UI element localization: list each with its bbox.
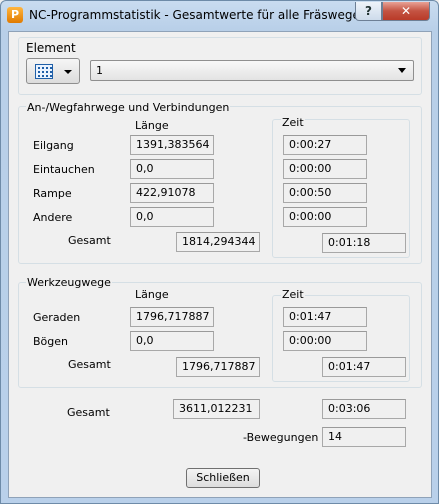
close-button[interactable]: Schließen xyxy=(186,468,260,488)
approach-length-header: Länge xyxy=(135,119,169,132)
grand-total-length-field: 3611,012231 xyxy=(173,399,260,419)
approach-total-label: Gesamt xyxy=(68,234,111,247)
toolpaths-total-length-field: 1796,717887 xyxy=(176,357,260,377)
app-icon: P xyxy=(7,7,23,23)
rampe-time-field: 0:00:50 xyxy=(283,183,367,203)
dialog-window: P NC-Programmstatistik - Gesamtwerte für… xyxy=(0,0,439,504)
chevron-down-icon[interactable] xyxy=(398,68,406,73)
boegen-time-field: 0:00:00 xyxy=(283,331,367,351)
boegen-length-field: 0,0 xyxy=(130,331,214,351)
row-label-boegen: Bögen xyxy=(33,335,68,348)
grand-total-time-field: 0:03:06 xyxy=(322,399,406,419)
eintauchen-time-field: 0:00:00 xyxy=(283,159,367,179)
geraden-time-field: 0:01:47 xyxy=(283,307,367,327)
row-label-geraden: Geraden xyxy=(33,311,81,324)
chevron-down-icon xyxy=(64,70,72,74)
toolpaths-length-header: Länge xyxy=(135,288,169,301)
andere-time-field: 0:00:00 xyxy=(283,207,367,227)
row-label-andere: Andere xyxy=(33,211,73,224)
toolpaths-title: Werkzeugwege xyxy=(26,276,112,289)
geraden-length-field: 1796,717887 xyxy=(130,307,214,327)
toolpaths-time-header: Zeit xyxy=(281,288,305,301)
moves-label: -Bewegungen xyxy=(243,431,319,444)
toolpath-grid-icon xyxy=(35,64,53,79)
element-select[interactable]: 1 xyxy=(90,60,414,81)
approach-total-length-field: 1814,294344 xyxy=(176,232,260,252)
eilgang-length-field: 1391,383564 xyxy=(130,135,214,155)
grand-total-label: Gesamt xyxy=(67,406,110,419)
help-button[interactable]: ? xyxy=(355,2,382,21)
row-label-eilgang: Eilgang xyxy=(33,139,74,152)
row-label-rampe: Rampe xyxy=(33,187,72,200)
element-type-button[interactable] xyxy=(26,58,80,84)
element-select-value: 1 xyxy=(96,64,103,77)
row-label-eintauchen: Eintauchen xyxy=(33,163,95,176)
title-bar[interactable]: P NC-Programmstatistik - Gesamtwerte für… xyxy=(1,1,438,31)
toolpaths-total-time-field: 0:01:47 xyxy=(322,357,406,377)
close-window-button[interactable]: ✕ xyxy=(382,2,430,21)
approach-time-header: Zeit xyxy=(281,116,305,129)
element-label: Element xyxy=(26,41,76,55)
eintauchen-length-field: 0,0 xyxy=(130,159,214,179)
dialog-client: Element 1 An-/Wegfahrwege und Verbindung… xyxy=(8,31,432,498)
eilgang-time-field: 0:00:27 xyxy=(283,135,367,155)
approach-total-time-field: 0:01:18 xyxy=(322,233,406,253)
approach-title: An-/Wegfahrwege und Verbindungen xyxy=(26,101,231,114)
toolpaths-total-label: Gesamt xyxy=(68,358,111,371)
rampe-length-field: 422,91078 xyxy=(130,183,214,203)
window-title: NC-Programmstatistik - Gesamtwerte für a… xyxy=(29,8,360,22)
moves-count-field: 14 xyxy=(322,427,406,447)
andere-length-field: 0,0 xyxy=(130,207,214,227)
